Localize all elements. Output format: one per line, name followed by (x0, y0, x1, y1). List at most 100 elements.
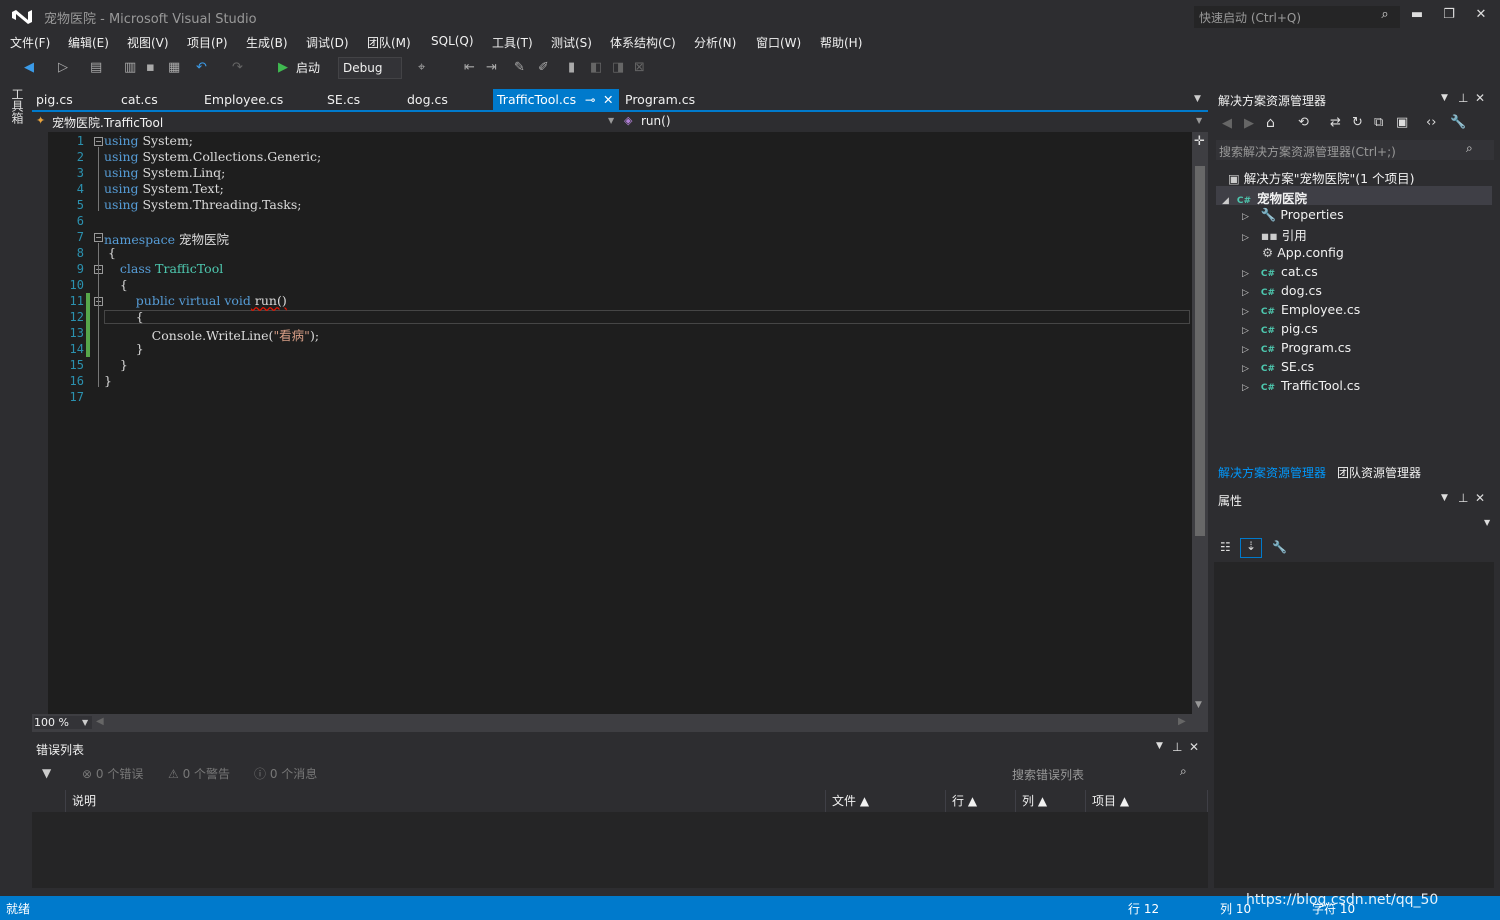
tree-item-dog[interactable]: ▷ C# dog.cs (1242, 283, 1322, 298)
tree-item-pig[interactable]: ▷ C# pig.cs (1242, 321, 1318, 336)
menu-debug[interactable]: 调试(D) (306, 34, 349, 51)
start-button[interactable]: 启动 (296, 58, 320, 78)
pin-icon[interactable]: ⊥ (1458, 91, 1468, 105)
menu-sql[interactable]: SQL(Q) (431, 34, 474, 48)
forward-icon[interactable]: ▶ (1244, 116, 1254, 131)
scroll-left-icon[interactable]: ◀ (96, 716, 104, 727)
view-code-icon[interactable]: ‹› (1426, 115, 1436, 130)
solution-node[interactable]: ▣ 解决方案"宠物医院"(1 个项目) (1228, 168, 1414, 187)
back-icon[interactable]: ◀ (24, 58, 34, 78)
categorized-icon[interactable]: ☷ (1220, 540, 1231, 554)
search-icon[interactable]: ⌕ (1372, 4, 1398, 26)
menu-view[interactable]: 视图(V) (127, 34, 169, 51)
tree-item-program[interactable]: ▷ C# Program.cs (1242, 340, 1351, 355)
indent-icon[interactable]: ⇤ (464, 58, 475, 78)
column-description[interactable]: 说明 (66, 790, 826, 812)
maximize-button[interactable]: ❐ (1436, 4, 1462, 26)
menu-help[interactable]: 帮助(H) (820, 34, 862, 51)
sync-icon[interactable]: ⇄ (1330, 115, 1341, 130)
search-icon[interactable]: ⌕ (1466, 141, 1473, 156)
collapse-icon[interactable]: − (94, 137, 103, 146)
tab-cat[interactable]: cat.cs (117, 89, 197, 111)
close-tab-icon[interactable]: ✕ (603, 89, 613, 111)
column-project[interactable]: 项目 ▲ (1086, 790, 1208, 812)
tab-employee[interactable]: Employee.cs (200, 89, 310, 111)
panel-menu-icon[interactable]: ▼ (1441, 93, 1448, 103)
scroll-right-icon[interactable]: ▶ (1178, 716, 1186, 727)
menu-test[interactable]: 测试(S) (551, 34, 592, 51)
scrollbar-thumb[interactable] (1195, 166, 1205, 536)
search-icon[interactable]: ⌕ (1180, 764, 1187, 779)
menu-architecture[interactable]: 体系结构(C) (610, 34, 676, 51)
tree-item-cat[interactable]: ▷ C# cat.cs (1242, 264, 1318, 279)
history-icon[interactable]: ⟲ (1298, 115, 1309, 130)
close-window-button[interactable]: ✕ (1468, 4, 1494, 26)
open-file-icon[interactable]: ▥ (124, 58, 136, 78)
column-col[interactable]: 列 ▲ (1016, 790, 1086, 812)
tab-program[interactable]: Program.cs (621, 89, 711, 111)
property-pages-icon[interactable]: 🔧 (1272, 540, 1287, 554)
comment-icon[interactable]: ✎ (514, 58, 525, 78)
refresh-icon[interactable]: ↻ (1352, 115, 1363, 130)
warnings-filter-button[interactable]: ⚠ 0 个警告 (168, 765, 230, 782)
tree-item-employee[interactable]: ▷ C# Employee.cs (1242, 302, 1360, 317)
tab-dog[interactable]: dog.cs (403, 89, 483, 111)
find-icon[interactable]: ⌖ (418, 58, 425, 78)
bookmark-icon[interactable]: ▮ (568, 58, 575, 78)
properties-object-select[interactable] (1216, 512, 1494, 532)
pin-icon[interactable]: ⊥ (1458, 491, 1468, 505)
undo-icon[interactable]: ↶ (196, 58, 207, 78)
save-icon[interactable]: ▪ (146, 58, 155, 78)
save-all-icon[interactable]: ▦ (168, 58, 180, 78)
panel-menu-icon[interactable]: ▼ (1156, 741, 1163, 751)
prev-bookmark-icon[interactable]: ◧ (590, 58, 602, 78)
tab-dropdown-icon[interactable]: ▼ (1194, 94, 1201, 104)
tab-solution-explorer[interactable]: 解决方案资源管理器 (1218, 464, 1326, 481)
redo-icon[interactable]: ↷ (232, 58, 243, 78)
home-icon[interactable]: ⌂ (1266, 115, 1275, 131)
menu-file[interactable]: 文件(F) (10, 34, 50, 51)
clear-bookmarks-icon[interactable]: ⊠ (634, 58, 645, 78)
menu-analyze[interactable]: 分析(N) (694, 34, 736, 51)
member-dropdown[interactable]: run() (641, 114, 1181, 128)
scroll-down-icon[interactable]: ▼ (1195, 700, 1202, 710)
close-icon[interactable]: ✕ (1475, 91, 1485, 105)
column-line[interactable]: 行 ▲ (946, 790, 1016, 812)
configuration-select[interactable]: Debug (338, 57, 402, 79)
code-editor[interactable] (32, 132, 1192, 714)
solution-search-input[interactable]: 搜索解决方案资源管理器(Ctrl+;) (1216, 140, 1494, 160)
pin-icon[interactable]: ⊥ (1172, 740, 1182, 754)
menu-tools[interactable]: 工具(T) (492, 34, 533, 51)
error-search-input[interactable]: 搜索错误列表 (1010, 764, 1204, 784)
tree-item-se[interactable]: ▷ C# SE.cs (1242, 359, 1314, 374)
menu-edit[interactable]: 编辑(E) (68, 34, 109, 51)
panel-menu-icon[interactable]: ▼ (1441, 493, 1448, 503)
tab-traffictool[interactable]: TrafficTool.cs ⊸ ✕ (493, 89, 619, 111)
split-icon[interactable]: ✛ (1194, 134, 1205, 149)
new-project-icon[interactable]: ▤ (90, 58, 102, 78)
minimize-button[interactable]: ▬ (1404, 4, 1430, 26)
tab-team-explorer[interactable]: 团队资源管理器 (1337, 464, 1421, 481)
start-play-icon[interactable]: ▶ (278, 58, 288, 78)
column-file[interactable]: 文件 ▲ (826, 790, 946, 812)
collapse-all-icon[interactable]: ⧉ (1374, 115, 1383, 130)
menu-build[interactable]: 生成(B) (246, 34, 288, 51)
uncomment-icon[interactable]: ✐ (538, 58, 549, 78)
tree-item-traffictool[interactable]: ▷ C# TrafficTool.cs (1242, 378, 1360, 393)
toolbox-tab[interactable]: 工具箱 (6, 88, 26, 148)
filter-icon[interactable]: ▼ (42, 766, 51, 780)
menu-window[interactable]: 窗口(W) (756, 34, 801, 51)
alphabetical-icon[interactable]: ⇣ (1240, 538, 1262, 558)
pin-icon[interactable]: ⊸ (585, 89, 595, 111)
properties-wrench-icon[interactable]: 🔧 (1450, 115, 1466, 130)
outdent-icon[interactable]: ⇥ (486, 58, 497, 78)
next-bookmark-icon[interactable]: ◨ (612, 58, 624, 78)
messages-filter-button[interactable]: ⓘ 0 个消息 (254, 765, 317, 782)
type-dropdown[interactable]: 宠物医院.TrafficTool (52, 114, 612, 131)
forward-icon[interactable]: ▷ (58, 58, 68, 78)
tree-item-appconfig[interactable]: ⚙ App.config (1262, 245, 1344, 260)
back-icon[interactable]: ◀ (1222, 116, 1232, 131)
close-icon[interactable]: ✕ (1475, 491, 1485, 505)
show-all-files-icon[interactable]: ▣ (1396, 115, 1408, 130)
project-node[interactable]: ◢ C# 宠物医院 (1222, 188, 1307, 207)
